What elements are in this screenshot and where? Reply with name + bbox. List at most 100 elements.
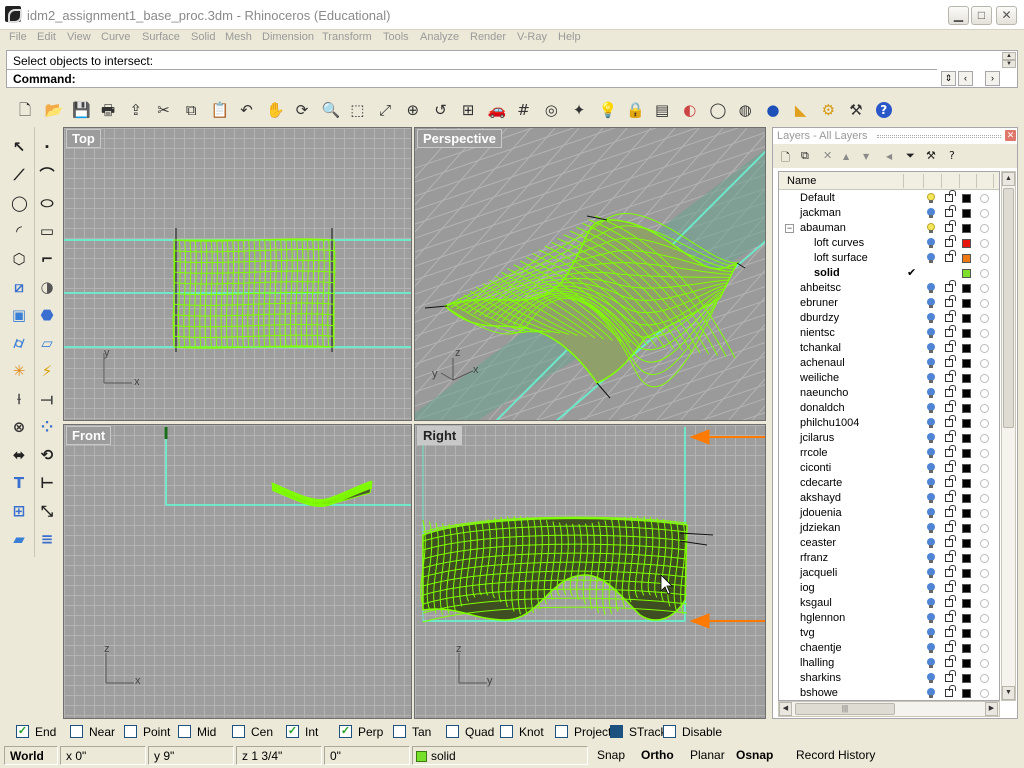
layer-row[interactable]: philchu1004: [779, 415, 999, 431]
print-color-circle-icon[interactable]: [980, 194, 989, 203]
unlock-icon[interactable]: [945, 250, 956, 262]
history-scroll-up[interactable]: ▲: [1002, 52, 1016, 60]
layer-row[interactable]: jdziekan: [779, 520, 999, 536]
osnap-near[interactable]: Near: [70, 724, 130, 740]
visibility-bulb-icon[interactable]: [927, 343, 935, 354]
scroll-down-button[interactable]: ▼: [1002, 686, 1015, 700]
visibility-bulb-icon[interactable]: [927, 643, 935, 654]
print-color-circle-icon[interactable]: [980, 479, 989, 488]
visibility-bulb-icon[interactable]: [927, 613, 935, 624]
layer-row[interactable]: ahbeitsc: [779, 280, 999, 296]
array-tool[interactable]: ⁘: [36, 416, 58, 438]
layer-row[interactable]: akshayd: [779, 490, 999, 506]
visibility-bulb-icon[interactable]: [927, 313, 935, 324]
array-grid-tool[interactable]: ⊞: [8, 500, 30, 522]
osnap-disable[interactable]: Disable: [663, 724, 723, 740]
help-button[interactable]: ?: [873, 99, 895, 121]
curtain-tool[interactable]: ≡: [36, 528, 58, 550]
layer-color-swatch[interactable]: [962, 389, 971, 398]
layer-row[interactable]: bshowe: [779, 685, 999, 700]
point-edit-button[interactable]: ✦: [568, 99, 590, 121]
filter-icon[interactable]: ⏷: [906, 149, 915, 163]
dimension-tool[interactable]: ⊢: [36, 472, 58, 494]
layer-color-swatch[interactable]: [962, 494, 971, 503]
unlock-icon[interactable]: [945, 310, 956, 322]
unlock-icon[interactable]: [945, 655, 956, 667]
split-tool[interactable]: ⟊: [8, 388, 30, 410]
unlock-icon[interactable]: [945, 640, 956, 652]
layer-row[interactable]: cdecarte: [779, 475, 999, 491]
layers-vertical-scrollbar[interactable]: ▲ ▼: [1001, 171, 1016, 701]
layer-name[interactable]: ciconti: [800, 462, 831, 474]
layer-row[interactable]: jacqueli: [779, 565, 999, 581]
print-color-circle-icon[interactable]: [980, 554, 989, 563]
layer-color-swatch[interactable]: [962, 449, 971, 458]
layer-color-swatch[interactable]: [962, 299, 971, 308]
layer-row[interactable]: − abauman: [779, 220, 999, 236]
unlock-icon[interactable]: [945, 205, 956, 217]
visibility-bulb-icon[interactable]: [927, 583, 935, 594]
print-color-circle-icon[interactable]: [980, 659, 989, 668]
osnap-end[interactable]: ✓ End: [16, 724, 76, 740]
menu-surface[interactable]: Surface: [142, 31, 180, 43]
move-up-icon[interactable]: ▲: [843, 152, 849, 161]
print-color-circle-icon[interactable]: [980, 374, 989, 383]
box-tool[interactable]: ▣: [8, 304, 30, 326]
paste-button[interactable]: 📋: [208, 99, 230, 121]
point-tool[interactable]: ·: [36, 136, 58, 158]
layer-row[interactable]: ksgaul: [779, 595, 999, 611]
command-list-button[interactable]: ⇕: [941, 71, 956, 86]
scroll-right-button[interactable]: ▶: [985, 702, 998, 716]
color-wheel-button[interactable]: ◐: [679, 99, 701, 121]
unlock-icon[interactable]: [945, 535, 956, 547]
visibility-bulb-icon[interactable]: [927, 223, 935, 234]
command-line[interactable]: Command:: [7, 69, 937, 87]
layer-name[interactable]: jackman: [800, 207, 841, 219]
layer-row[interactable]: rrcole: [779, 445, 999, 461]
select-arrow-tool[interactable]: ↖: [8, 136, 30, 158]
shaded-sphere-button[interactable]: ◍: [734, 99, 756, 121]
print-color-circle-icon[interactable]: [980, 539, 989, 548]
layer-name[interactable]: tvg: [800, 627, 815, 639]
osnap-cen[interactable]: Cen: [232, 724, 292, 740]
layer-row[interactable]: rfranz: [779, 550, 999, 566]
print-color-circle-icon[interactable]: [980, 329, 989, 338]
tools-icon[interactable]: ⚒: [926, 149, 936, 162]
history-scroll-down[interactable]: ▼: [1002, 60, 1016, 68]
visibility-bulb-icon[interactable]: [927, 673, 935, 684]
undo-button[interactable]: ↶: [236, 99, 258, 121]
unlock-icon[interactable]: [945, 460, 956, 472]
text-tool[interactable]: T: [8, 472, 30, 494]
cut-button[interactable]: ✂: [153, 99, 175, 121]
move-tool[interactable]: ⬌: [8, 444, 30, 466]
layer-name[interactable]: philchu1004: [800, 417, 859, 429]
layer-row[interactable]: jdouenia: [779, 505, 999, 521]
layer-color-swatch[interactable]: [962, 599, 971, 608]
layer-name[interactable]: ceaster: [800, 537, 836, 549]
checkbox[interactable]: ✓: [286, 725, 299, 738]
delete-layer-icon[interactable]: ✕: [823, 149, 832, 162]
layer-name[interactable]: loft curves: [814, 237, 864, 249]
car-button[interactable]: 🚗: [485, 99, 507, 121]
planar-toggle[interactable]: Planar: [690, 746, 725, 765]
copy-button[interactable]: ⧉: [180, 99, 202, 121]
settings-button[interactable]: ⚒: [845, 99, 867, 121]
four-viewports-button[interactable]: ⊞: [457, 99, 479, 121]
rotate-view-button[interactable]: ⟳: [291, 99, 313, 121]
unlock-icon[interactable]: [945, 325, 956, 337]
visibility-bulb-icon[interactable]: [927, 658, 935, 669]
layer-color-swatch[interactable]: [962, 209, 971, 218]
unlock-icon[interactable]: [945, 475, 956, 487]
print-color-circle-icon[interactable]: [980, 599, 989, 608]
arc-tool[interactable]: ◜: [8, 220, 30, 242]
layer-name[interactable]: rfranz: [800, 552, 828, 564]
visibility-bulb-icon[interactable]: [927, 523, 935, 534]
viewport-top[interactable]: y x Top: [63, 127, 412, 421]
viewport-label-top[interactable]: Top: [66, 129, 101, 148]
layer-color-swatch[interactable]: [962, 239, 971, 248]
print-color-circle-icon[interactable]: [980, 269, 989, 278]
print-color-circle-icon[interactable]: [980, 614, 989, 623]
layer-color-swatch[interactable]: [962, 569, 971, 578]
viewport-label-perspective[interactable]: Perspective: [417, 129, 502, 148]
unlock-icon[interactable]: [945, 340, 956, 352]
